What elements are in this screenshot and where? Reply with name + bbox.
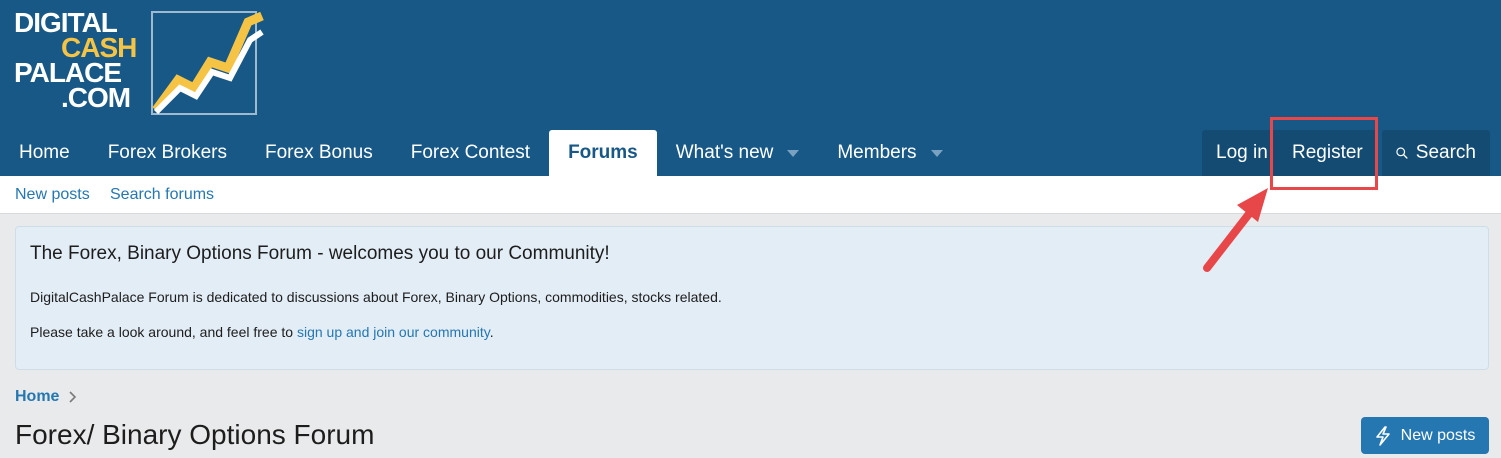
register-highlight-box <box>1270 117 1378 190</box>
chevron-right-icon <box>69 391 77 403</box>
page-title: Forex/ Binary Options Forum <box>15 419 375 450</box>
site-logo[interactable]: DIGITAL CASH PALACE .COM <box>14 9 264 118</box>
nav-tab-members[interactable]: Members <box>818 130 961 176</box>
nav-tab-forex-bonus[interactable]: Forex Bonus <box>246 130 392 176</box>
search-icon <box>1396 147 1408 159</box>
new-posts-button[interactable]: New posts <box>1361 417 1489 454</box>
nav-tab-label: Members <box>837 142 917 163</box>
nav-tab-forums[interactable]: Forums <box>549 130 657 176</box>
notice-invite-prefix: Please take a look around, and feel free… <box>30 324 297 340</box>
subnav-search-forums-link[interactable]: Search forums <box>110 186 214 204</box>
new-posts-label: New posts <box>1400 426 1476 444</box>
nav-tab-label: Home <box>19 142 70 163</box>
chevron-down-icon[interactable] <box>787 149 800 157</box>
bolt-icon <box>1375 425 1390 446</box>
notice-title: The Forex, Binary Options Forum - welcom… <box>30 243 610 264</box>
notice-invite-suffix: . <box>489 324 494 340</box>
chevron-down-icon[interactable] <box>930 149 943 157</box>
notice-invite: Please take a look around, and feel free… <box>30 324 494 340</box>
nav-tab-label: Forex Bonus <box>265 142 373 163</box>
notice-description: DigitalCashPalace Forum is dedicated to … <box>30 289 722 305</box>
search-label: Search <box>1415 142 1476 163</box>
nav-tab-whats-new[interactable]: What's new <box>657 130 819 176</box>
nav-tab-home[interactable]: Home <box>0 130 89 176</box>
logo-wordmark: DIGITAL CASH PALACE .COM <box>14 9 137 113</box>
nav-tab-label: What's new <box>675 142 774 163</box>
nav-tab-label: Forums <box>568 142 638 163</box>
search-button[interactable]: Search <box>1382 130 1490 176</box>
breadcrumb-home-link[interactable]: Home <box>15 388 59 406</box>
logo-chart-icon <box>151 11 264 115</box>
logo-line-com: .COM <box>61 82 131 113</box>
login-button[interactable]: Log in <box>1202 130 1278 176</box>
nav-tab-forex-brokers[interactable]: Forex Brokers <box>89 130 246 176</box>
subnav-new-posts-link[interactable]: New posts <box>15 186 90 204</box>
main-nav: Home Forex Brokers Forex Bonus Forex Con… <box>0 130 962 176</box>
signup-link[interactable]: sign up and join our community <box>297 324 490 340</box>
nav-tab-forex-contest[interactable]: Forex Contest <box>392 130 549 176</box>
nav-tab-label: Forex Contest <box>410 142 531 163</box>
login-label: Log in <box>1216 142 1268 163</box>
nav-tab-label: Forex Brokers <box>107 142 227 163</box>
breadcrumb: Home <box>15 388 77 406</box>
welcome-notice: The Forex, Binary Options Forum - welcom… <box>15 226 1489 370</box>
